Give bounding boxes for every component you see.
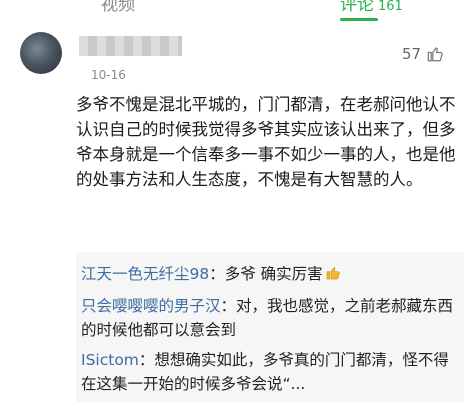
replies-box[interactable]: 江天一色无纤尘98：多爷 确实厉害 只会嘤嘤嘤的男子汉：对，我也感觉，之前老郝藏… [76,252,464,402]
active-tab-indicator [340,18,378,21]
tab-comments-count: 161 [378,0,403,14]
tab-bar: 视频 评论 161 [0,0,474,22]
thumbs-up-emoji-icon [326,267,340,280]
like-button[interactable]: 57 [402,45,444,63]
reply-author[interactable]: ISictom [81,351,139,369]
avatar[interactable] [20,32,62,74]
thumbs-up-icon [427,47,443,62]
reply-item[interactable]: ISictom：想想确实如此，多爷真的门门都清，怪不得在这集一开始的时候多爷会说… [81,348,461,396]
tab-comments[interactable]: 评论 161 [340,0,403,18]
username-blurred[interactable] [79,36,182,56]
reply-author[interactable]: 只会嘤嘤嘤的男子汉 [81,297,221,315]
tab-comments-label: 评论 [340,0,374,15]
comment-date: 10-16 [91,68,126,82]
reply-item[interactable]: 江天一色无纤尘98：多爷 确实厉害 [81,262,461,286]
like-count: 57 [402,45,422,63]
reply-item[interactable]: 只会嘤嘤嘤的男子汉：对，我也感觉，之前老郝藏东西的时候他都可以意会到 [81,294,461,342]
tab-video[interactable]: 视频 [101,0,135,16]
comment-text: 多爷不愧是混北平城的，门门都清，在老郝问他认不认识自己的时候我觉得多爷其实应该认… [76,95,456,189]
reply-author[interactable]: 江天一色无纤尘98 [81,265,209,283]
reply-text: ：多爷 确实厉害 [209,265,323,283]
